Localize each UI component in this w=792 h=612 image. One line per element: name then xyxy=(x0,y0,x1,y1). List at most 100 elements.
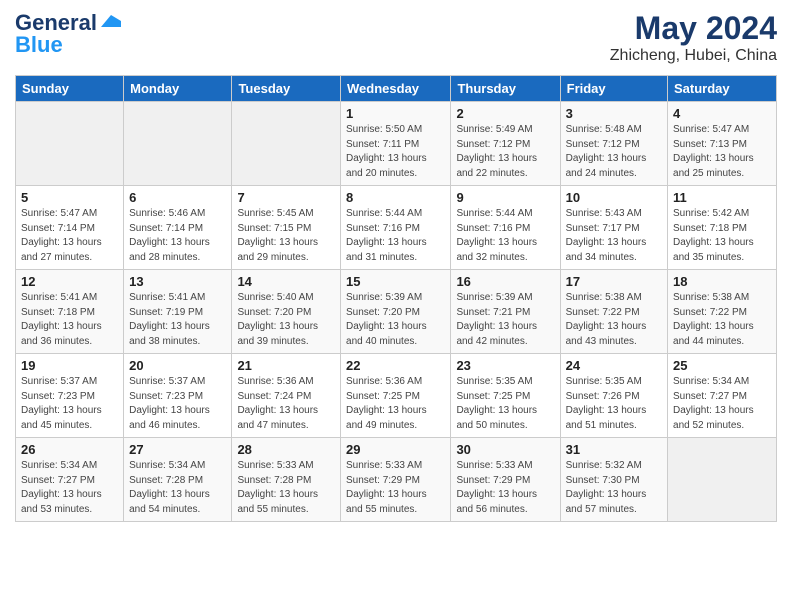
day-info-31: Sunrise: 5:32 AM Sunset: 7:30 PM Dayligh… xyxy=(566,459,662,517)
week-row-4: 19Sunrise: 5:37 AM Sunset: 7:23 PM Dayli… xyxy=(16,354,777,438)
day-number-10: 10 xyxy=(566,190,662,205)
calendar-cell-2-2: 14Sunrise: 5:40 AM Sunset: 7:20 PM Dayli… xyxy=(232,270,341,354)
day-info-12: Sunrise: 5:41 AM Sunset: 7:18 PM Dayligh… xyxy=(21,291,118,349)
calendar-cell-4-4: 30 Sunrise: 5:33 AM Sunset: 7:29 PM Dayli… xyxy=(451,438,560,522)
calendar-cell-2-4: 16Sunrise: 5:39 AM Sunset: 7:21 PM Dayli… xyxy=(451,270,560,354)
title-section: May 2024 Zhicheng, Hubei, China xyxy=(610,10,777,65)
month-title: May 2024 xyxy=(610,10,777,47)
day-info-15: Sunrise: 5:39 AM Sunset: 7:20 PM Dayligh… xyxy=(346,291,445,349)
day-number-24: 24 xyxy=(566,358,662,373)
day-info-21: Sunrise: 5:36 AM Sunset: 7:24 PM Dayligh… xyxy=(237,375,335,433)
day-info-25: Sunrise: 5:34 AM Sunset: 7:27 PM Dayligh… xyxy=(673,375,771,433)
day-info-23: Sunrise: 5:35 AM Sunset: 7:25 PM Dayligh… xyxy=(456,375,554,433)
logo: General Blue xyxy=(15,10,121,58)
day-number-21: 21 xyxy=(237,358,335,373)
day-info-13: Sunrise: 5:41 AM Sunset: 7:19 PM Dayligh… xyxy=(129,291,226,349)
calendar-cell-3-1: 20Sunrise: 5:37 AM Sunset: 7:23 PM Dayli… xyxy=(124,354,232,438)
header-friday: Friday xyxy=(560,76,667,102)
header-saturday: Saturday xyxy=(668,76,777,102)
calendar-cell-2-6: 18 Sunrise: 5:38 AM Sunset: 7:22 PM Dayli… xyxy=(668,270,777,354)
calendar-cell-4-0: 26 Sunrise: 5:34 AM Sunset: 7:27 PM Dayli… xyxy=(16,438,124,522)
calendar-cell-1-0: 5 Sunrise: 5:47 AM Sunset: 7:14 PM Daylig… xyxy=(16,186,124,270)
day-info-17: Sunrise: 5:38 AM Sunset: 7:22 PM Dayligh… xyxy=(566,291,662,349)
day-info-20: Sunrise: 5:37 AM Sunset: 7:23 PM Dayligh… xyxy=(129,375,226,433)
day-number-15: 15 xyxy=(346,274,445,289)
calendar-cell-0-1 xyxy=(124,102,232,186)
day-info-16: Sunrise: 5:39 AM Sunset: 7:21 PM Dayligh… xyxy=(456,291,554,349)
week-row-2: 5 Sunrise: 5:47 AM Sunset: 7:14 PM Daylig… xyxy=(16,186,777,270)
calendar-cell-3-6: 25Sunrise: 5:34 AM Sunset: 7:27 PM Dayli… xyxy=(668,354,777,438)
week-row-5: 26 Sunrise: 5:34 AM Sunset: 7:27 PM Dayli… xyxy=(16,438,777,522)
day-number-13: 13 xyxy=(129,274,226,289)
day-info-28: Sunrise: 5:33 AM Sunset: 7:28 PM Dayligh… xyxy=(237,459,335,517)
day-number-28: 28 xyxy=(237,442,335,457)
calendar: Sunday Monday Tuesday Wednesday Thursday… xyxy=(15,75,777,522)
day-info-26: Sunrise: 5:34 AM Sunset: 7:27 PM Dayligh… xyxy=(21,459,118,517)
day-number-11: 11 xyxy=(673,190,771,205)
day-number-23: 23 xyxy=(456,358,554,373)
day-number-17: 17 xyxy=(566,274,662,289)
day-info-3: Sunrise: 5:48 AM Sunset: 7:12 PM Dayligh… xyxy=(566,123,662,181)
day-info-11: Sunrise: 5:42 AM Sunset: 7:18 PM Dayligh… xyxy=(673,207,771,265)
header-monday: Monday xyxy=(124,76,232,102)
day-info-22: Sunrise: 5:36 AM Sunset: 7:25 PM Dayligh… xyxy=(346,375,445,433)
calendar-cell-3-5: 24 Sunrise: 5:35 AM Sunset: 7:26 PM Dayli… xyxy=(560,354,667,438)
calendar-cell-1-5: 10 Sunrise: 5:43 AM Sunset: 7:17 PM Dayli… xyxy=(560,186,667,270)
day-info-7: Sunrise: 5:45 AM Sunset: 7:15 PM Dayligh… xyxy=(237,207,335,265)
day-number-1: 1 xyxy=(346,106,445,121)
day-info-18: Sunrise: 5:38 AM Sunset: 7:22 PM Dayligh… xyxy=(673,291,771,349)
day-number-30: 30 xyxy=(456,442,554,457)
calendar-cell-4-3: 29Sunrise: 5:33 AM Sunset: 7:29 PM Dayli… xyxy=(341,438,451,522)
day-number-27: 27 xyxy=(129,442,226,457)
day-info-24: Sunrise: 5:35 AM Sunset: 7:26 PM Dayligh… xyxy=(566,375,662,433)
page-container: General Blue May 2024 Zhicheng, Hubei, C… xyxy=(0,0,792,537)
day-info-5: Sunrise: 5:47 AM Sunset: 7:14 PM Dayligh… xyxy=(21,207,118,265)
calendar-cell-4-1: 27 Sunrise: 5:34 AM Sunset: 7:28 PM Dayli… xyxy=(124,438,232,522)
calendar-cell-1-3: 8 Sunrise: 5:44 AM Sunset: 7:16 PM Daylig… xyxy=(341,186,451,270)
logo-icon xyxy=(99,13,121,29)
day-info-27: Sunrise: 5:34 AM Sunset: 7:28 PM Dayligh… xyxy=(129,459,226,517)
header-wednesday: Wednesday xyxy=(341,76,451,102)
day-number-14: 14 xyxy=(237,274,335,289)
calendar-cell-4-5: 31 Sunrise: 5:32 AM Sunset: 7:30 PM Dayli… xyxy=(560,438,667,522)
calendar-cell-2-1: 13 Sunrise: 5:41 AM Sunset: 7:19 PM Dayli… xyxy=(124,270,232,354)
calendar-cell-1-6: 11 Sunrise: 5:42 AM Sunset: 7:18 PM Dayli… xyxy=(668,186,777,270)
day-info-19: Sunrise: 5:37 AM Sunset: 7:23 PM Dayligh… xyxy=(21,375,118,433)
day-info-9: Sunrise: 5:44 AM Sunset: 7:16 PM Dayligh… xyxy=(456,207,554,265)
day-number-29: 29 xyxy=(346,442,445,457)
header-tuesday: Tuesday xyxy=(232,76,341,102)
day-number-7: 7 xyxy=(237,190,335,205)
day-number-2: 2 xyxy=(456,106,554,121)
calendar-cell-4-2: 28 Sunrise: 5:33 AM Sunset: 7:28 PM Dayli… xyxy=(232,438,341,522)
day-info-1: Sunrise: 5:50 AM Sunset: 7:11 PM Dayligh… xyxy=(346,123,445,181)
calendar-cell-3-0: 19Sunrise: 5:37 AM Sunset: 7:23 PM Dayli… xyxy=(16,354,124,438)
day-number-5: 5 xyxy=(21,190,118,205)
day-number-8: 8 xyxy=(346,190,445,205)
calendar-cell-3-2: 21 Sunrise: 5:36 AM Sunset: 7:24 PM Dayli… xyxy=(232,354,341,438)
calendar-cell-2-3: 15 Sunrise: 5:39 AM Sunset: 7:20 PM Dayli… xyxy=(341,270,451,354)
header: General Blue May 2024 Zhicheng, Hubei, C… xyxy=(15,10,777,65)
week-row-3: 12 Sunrise: 5:41 AM Sunset: 7:18 PM Dayli… xyxy=(16,270,777,354)
calendar-cell-0-4: 2 Sunrise: 5:49 AM Sunset: 7:12 PM Daylig… xyxy=(451,102,560,186)
day-info-2: Sunrise: 5:49 AM Sunset: 7:12 PM Dayligh… xyxy=(456,123,554,181)
calendar-cell-1-4: 9 Sunrise: 5:44 AM Sunset: 7:16 PM Daylig… xyxy=(451,186,560,270)
day-info-8: Sunrise: 5:44 AM Sunset: 7:16 PM Dayligh… xyxy=(346,207,445,265)
header-sunday: Sunday xyxy=(16,76,124,102)
day-number-4: 4 xyxy=(673,106,771,121)
day-info-10: Sunrise: 5:43 AM Sunset: 7:17 PM Dayligh… xyxy=(566,207,662,265)
day-number-9: 9 xyxy=(456,190,554,205)
calendar-cell-2-5: 17 Sunrise: 5:38 AM Sunset: 7:22 PM Dayli… xyxy=(560,270,667,354)
week-row-1: 1 Sunrise: 5:50 AM Sunset: 7:11 PM Daylig… xyxy=(16,102,777,186)
day-number-12: 12 xyxy=(21,274,118,289)
day-info-6: Sunrise: 5:46 AM Sunset: 7:14 PM Dayligh… xyxy=(129,207,226,265)
day-number-6: 6 xyxy=(129,190,226,205)
calendar-cell-1-2: 7 Sunrise: 5:45 AM Sunset: 7:15 PM Daylig… xyxy=(232,186,341,270)
day-info-30: Sunrise: 5:33 AM Sunset: 7:29 PM Dayligh… xyxy=(456,459,554,517)
day-number-18: 18 xyxy=(673,274,771,289)
day-number-22: 22 xyxy=(346,358,445,373)
day-number-31: 31 xyxy=(566,442,662,457)
calendar-cell-0-5: 3Sunrise: 5:48 AM Sunset: 7:12 PM Daylig… xyxy=(560,102,667,186)
calendar-cell-1-1: 6 Sunrise: 5:46 AM Sunset: 7:14 PM Daylig… xyxy=(124,186,232,270)
day-number-26: 26 xyxy=(21,442,118,457)
calendar-cell-3-3: 22 Sunrise: 5:36 AM Sunset: 7:25 PM Dayli… xyxy=(341,354,451,438)
